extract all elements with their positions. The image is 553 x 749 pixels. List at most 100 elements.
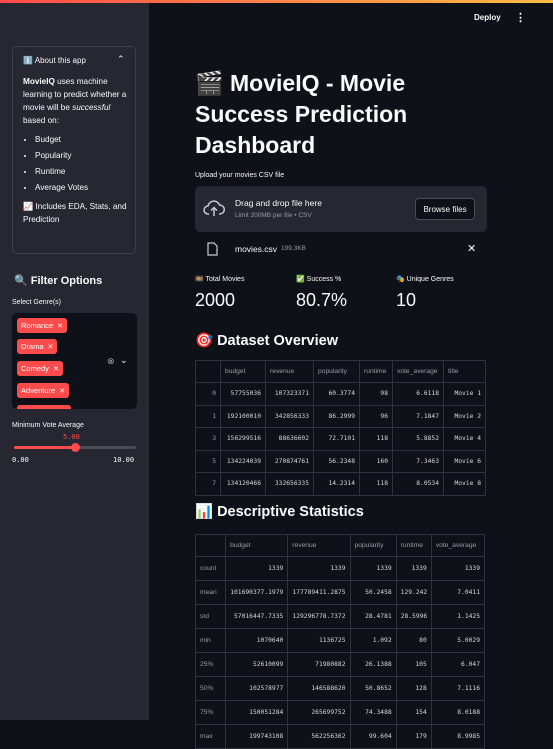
table-cell[interactable]: 28.4781 (350, 604, 397, 629)
table-cell[interactable]: std (196, 604, 227, 629)
table-cell[interactable]: 160 (359, 450, 393, 473)
column-header[interactable]: vote_average (431, 535, 484, 557)
table-cell[interactable]: 86.2999 (313, 405, 360, 428)
table-cell[interactable]: 57016447.7335 (225, 604, 289, 629)
table-cell[interactable]: 1339 (396, 556, 432, 581)
chevron-up-icon[interactable]: ⌃ (117, 54, 125, 65)
remove-chip-icon[interactable]: ✕ (59, 388, 65, 395)
genre-chip[interactable]: Comedy ✕ (17, 361, 63, 376)
table-cell[interactable]: 156299516 (220, 427, 266, 451)
table-cell[interactable]: 146588620 (287, 676, 351, 701)
table-cell[interactable]: 71980882 (287, 652, 351, 677)
table-cell[interactable]: 80 (396, 628, 432, 653)
table-cell[interactable]: 6.047 (431, 652, 484, 677)
column-header[interactable]: budget (225, 535, 289, 557)
table-cell[interactable]: 74.3488 (350, 700, 397, 725)
table-cell[interactable]: 265699752 (287, 700, 351, 725)
table-cell[interactable]: 1070640 (225, 628, 289, 653)
table-cell[interactable]: 1.1425 (431, 604, 484, 629)
table-cell[interactable]: min (196, 628, 227, 653)
table-cell[interactable]: 60.3774 (313, 382, 360, 406)
table-cell[interactable]: 154 (396, 700, 432, 725)
table-cell[interactable]: 270874761 (265, 450, 314, 473)
table-cell[interactable]: 107323371 (265, 382, 314, 406)
remove-file-icon[interactable]: ✕ (467, 242, 476, 255)
clear-all-icon[interactable]: ⊗ (107, 356, 115, 367)
table-cell[interactable]: 199743108 (225, 724, 289, 748)
genre-multiselect[interactable]: Romance ✕ Drama ✕ Comedy ✕ Adventure ✕ ⊗ ⌄ (12, 313, 137, 409)
chevron-down-icon[interactable]: ⌄ (120, 355, 128, 366)
table-cell[interactable]: 5 (196, 450, 221, 473)
table-cell[interactable]: 1.092 (350, 628, 397, 653)
table-cell[interactable]: 8.0188 (431, 700, 484, 725)
column-header[interactable]: vote_average (392, 360, 444, 383)
table-cell[interactable]: 128 (396, 676, 432, 701)
column-header[interactable]: revenue (287, 535, 351, 557)
about-expander[interactable]: ℹ️ About this app ⌃ MovieIQ uses machine… (12, 46, 136, 254)
table-cell[interactable]: mean (196, 580, 227, 605)
table-cell[interactable]: 7 (196, 472, 221, 495)
table-cell[interactable]: 1339 (287, 556, 351, 581)
column-header[interactable]: popularity (350, 535, 397, 557)
table-cell[interactable]: 14.2314 (313, 472, 360, 495)
genre-chip[interactable]: Romance ✕ (17, 318, 67, 333)
kebab-menu-icon[interactable]: ⋮ (515, 11, 526, 24)
remove-chip-icon[interactable]: ✕ (53, 366, 59, 373)
table-cell[interactable]: 129296778.7372 (287, 604, 351, 629)
table-cell[interactable]: max (196, 724, 227, 748)
table-cell[interactable]: 1 (196, 405, 221, 428)
table-cell[interactable]: 5.8852 (392, 427, 444, 451)
table-cell[interactable]: 177789411.2875 (287, 580, 351, 605)
table-cell[interactable]: 179 (396, 724, 432, 748)
table-cell[interactable]: 150051284 (225, 700, 289, 725)
table-cell[interactable]: 88636602 (265, 427, 314, 451)
table-cell[interactable]: 134224039 (220, 450, 266, 473)
table-cell[interactable]: 101690377.1979 (225, 580, 289, 605)
table-cell[interactable]: 1339 (431, 556, 484, 581)
table-cell[interactable]: 8.9985 (431, 724, 484, 748)
dataset-overview-table[interactable]: budget revenue popularity runtime vote_a… (195, 360, 486, 496)
table-cell[interactable]: 332656335 (265, 472, 314, 495)
table-cell[interactable]: 7.1116 (431, 676, 484, 701)
column-header[interactable]: budget (220, 360, 266, 383)
table-cell[interactable]: 129.242 (396, 580, 432, 605)
table-cell[interactable]: 192100010 (220, 405, 266, 428)
table-cell[interactable]: Movie 4 (443, 427, 485, 451)
column-header[interactable]: runtime (396, 535, 432, 557)
column-header[interactable] (196, 360, 221, 383)
table-cell[interactable]: 7.0411 (431, 580, 484, 605)
table-cell[interactable]: 98 (359, 382, 393, 406)
table-cell[interactable]: 50.2458 (350, 580, 397, 605)
table-cell[interactable]: Movie 2 (443, 405, 485, 428)
table-cell[interactable]: 3 (196, 427, 221, 451)
genre-chip[interactable]: Adventure ✕ (17, 383, 70, 398)
table-cell[interactable]: 118 (359, 427, 393, 451)
table-cell[interactable]: 0 (196, 382, 221, 406)
column-header[interactable]: revenue (265, 360, 314, 383)
table-cell[interactable]: 102578977 (225, 676, 289, 701)
file-dropzone[interactable]: Drag and drop file here Limit 200MB per … (195, 186, 487, 232)
table-cell[interactable]: 1339 (350, 556, 397, 581)
vote-slider[interactable] (14, 443, 136, 452)
table-cell[interactable]: 99.604 (350, 724, 397, 748)
remove-chip-icon[interactable]: ✕ (57, 323, 63, 330)
column-header[interactable]: runtime (359, 360, 393, 383)
table-cell[interactable]: 342856333 (265, 405, 314, 428)
table-cell[interactable]: 1136725 (287, 628, 351, 653)
table-cell[interactable]: 50% (196, 676, 227, 701)
table-cell[interactable]: 57755036 (220, 382, 266, 406)
remove-chip-icon[interactable]: ✕ (48, 344, 54, 351)
table-cell[interactable]: 6.6118 (392, 382, 444, 406)
browse-files-button[interactable]: Browse files (415, 198, 475, 220)
about-expander-title[interactable]: ℹ️ About this app (23, 56, 86, 65)
table-cell[interactable]: Movie 6 (443, 450, 485, 473)
table-cell[interactable]: 75% (196, 700, 227, 725)
column-header[interactable]: title (443, 360, 485, 383)
column-header[interactable] (196, 535, 227, 557)
table-cell[interactable]: count (196, 556, 227, 581)
table-cell[interactable]: 50.8652 (350, 676, 397, 701)
column-header[interactable]: popularity (313, 360, 360, 383)
table-cell[interactable]: 562256362 (287, 724, 351, 748)
slider-thumb[interactable] (71, 443, 80, 452)
table-cell[interactable]: 25% (196, 652, 227, 677)
